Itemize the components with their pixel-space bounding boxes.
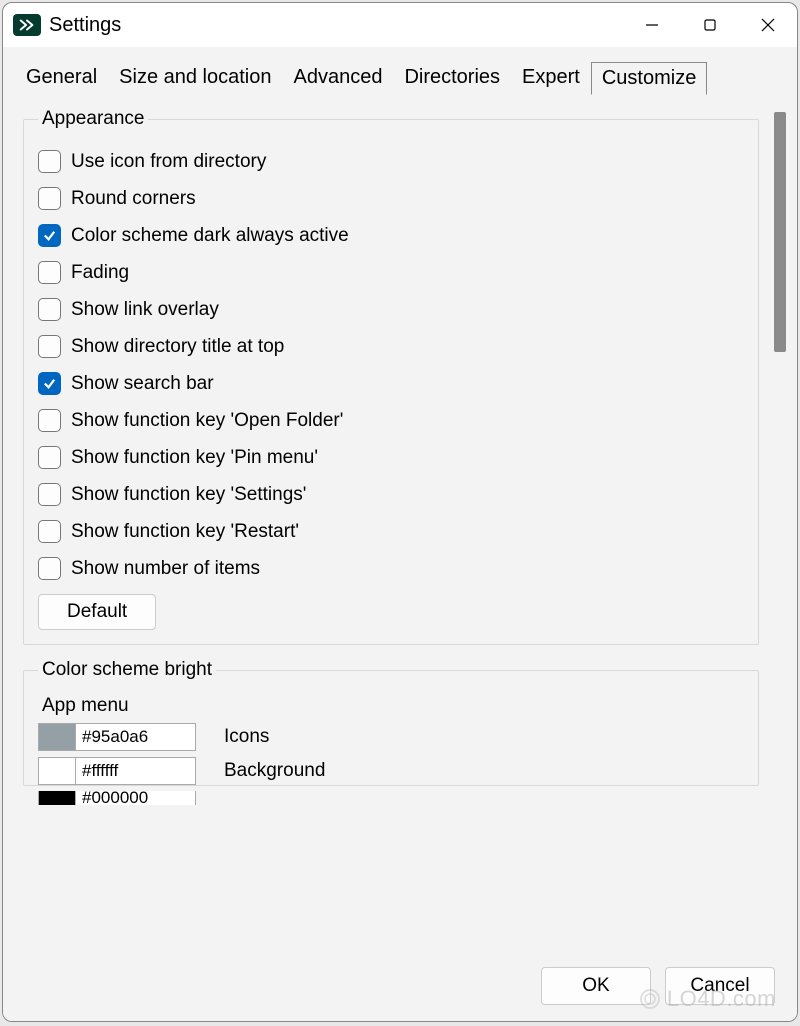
option-row: Show link overlay <box>38 298 746 321</box>
app-menu-label: App menu <box>42 695 742 717</box>
appearance-group: Appearance Use icon from directory Round… <box>23 108 759 645</box>
option-label: Show function key 'Settings' <box>71 484 306 506</box>
checkbox-fn-restart[interactable] <box>38 520 61 543</box>
checkbox-fading[interactable] <box>38 261 61 284</box>
option-label: Fading <box>71 262 129 284</box>
maximize-button[interactable] <box>681 3 739 47</box>
hex-input-icons[interactable] <box>76 723 196 751</box>
tab-customize[interactable]: Customize <box>591 62 707 95</box>
color-label: Icons <box>224 726 269 748</box>
default-button[interactable]: Default <box>38 594 156 630</box>
option-label: Use icon from directory <box>71 151 266 173</box>
option-row: Show directory title at top <box>38 335 746 358</box>
color-scheme-group: Color scheme bright App menu Icons Backg… <box>23 659 759 786</box>
option-row: Show function key 'Open Folder' <box>38 409 746 432</box>
color-label: Background <box>224 760 325 782</box>
swatch-background[interactable] <box>38 757 76 785</box>
checkbox-use-icon[interactable] <box>38 150 61 173</box>
option-row: Round corners <box>38 187 746 210</box>
content-area: Appearance Use icon from directory Round… <box>3 94 797 953</box>
titlebar: Settings <box>3 3 797 47</box>
option-label: Show search bar <box>71 373 214 395</box>
color-scheme-legend: Color scheme bright <box>38 659 216 681</box>
tab-directories[interactable]: Directories <box>393 61 511 94</box>
option-label: Show function key 'Pin menu' <box>71 447 318 469</box>
checkbox-fn-settings[interactable] <box>38 483 61 506</box>
tab-size-location[interactable]: Size and location <box>108 61 282 94</box>
app-icon <box>13 14 41 36</box>
color-row-icons: Icons <box>38 723 746 751</box>
option-row: Color scheme dark always active <box>38 224 746 247</box>
color-row-cut <box>38 791 746 805</box>
tab-advanced[interactable]: Advanced <box>282 61 393 94</box>
option-label: Round corners <box>71 188 196 210</box>
checkbox-fn-open-folder[interactable] <box>38 409 61 432</box>
hex-input-cut[interactable] <box>76 791 196 805</box>
scrollbar-thumb[interactable] <box>774 112 786 352</box>
option-label: Show function key 'Restart' <box>71 521 299 543</box>
checkbox-round-corners[interactable] <box>38 187 61 210</box>
settings-window: Settings General Size and location Advan… <box>2 2 798 1022</box>
option-row: Show function key 'Pin menu' <box>38 446 746 469</box>
checkbox-link-overlay[interactable] <box>38 298 61 321</box>
option-label: Show number of items <box>71 558 260 580</box>
option-row: Show search bar <box>38 372 746 395</box>
appearance-legend: Appearance <box>38 108 148 130</box>
checkbox-dir-title[interactable] <box>38 335 61 358</box>
checkbox-dark-scheme[interactable] <box>38 224 61 247</box>
option-row: Show number of items <box>38 557 746 580</box>
ok-button[interactable]: OK <box>541 967 651 1005</box>
scrollbar[interactable] <box>771 112 789 943</box>
color-row-background: Background <box>38 757 746 785</box>
option-label: Show link overlay <box>71 299 219 321</box>
hex-input-background[interactable] <box>76 757 196 785</box>
checkbox-num-items[interactable] <box>38 557 61 580</box>
option-row: Show function key 'Settings' <box>38 483 746 506</box>
minimize-button[interactable] <box>623 3 681 47</box>
option-label: Show directory title at top <box>71 336 284 358</box>
tab-strip: General Size and location Advanced Direc… <box>3 47 797 94</box>
option-row: Fading <box>38 261 746 284</box>
tab-general[interactable]: General <box>15 61 108 94</box>
dialog-footer: OK Cancel <box>3 953 797 1021</box>
cancel-button[interactable]: Cancel <box>665 967 775 1005</box>
tab-expert[interactable]: Expert <box>511 61 591 94</box>
swatch-icons[interactable] <box>38 723 76 751</box>
scroll-content: Appearance Use icon from directory Round… <box>23 94 771 953</box>
checkbox-fn-pin-menu[interactable] <box>38 446 61 469</box>
close-button[interactable] <box>739 3 797 47</box>
option-label: Color scheme dark always active <box>71 225 349 247</box>
checkbox-search-bar[interactable] <box>38 372 61 395</box>
option-row: Show function key 'Restart' <box>38 520 746 543</box>
swatch-cut[interactable] <box>38 791 76 805</box>
option-row: Use icon from directory <box>38 150 746 173</box>
option-label: Show function key 'Open Folder' <box>71 410 343 432</box>
window-title: Settings <box>49 14 121 37</box>
